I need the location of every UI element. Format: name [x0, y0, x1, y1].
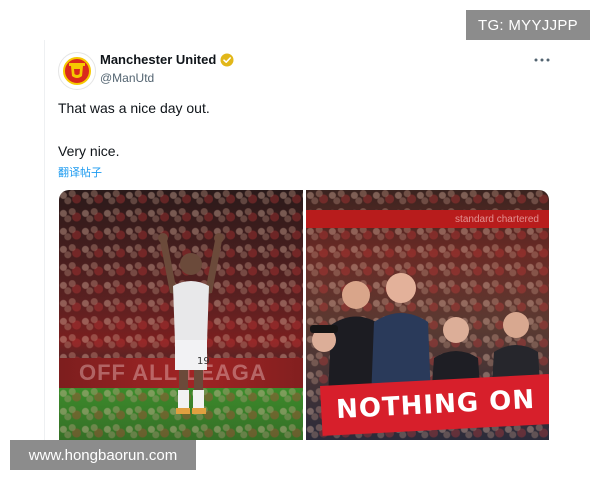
player-figure: 19 [158, 233, 224, 414]
stadium-banner-top: standard chartered [306, 210, 549, 228]
watermark-bottom: www.hongbaorun.com [10, 440, 196, 470]
photo-player-celebrating[interactable]: OFF ALL LEAGA 19 [59, 190, 303, 440]
shirt-number: 19 [197, 356, 210, 367]
club-crest-icon [63, 57, 91, 85]
watermark-top: TG: MYYJJPP [466, 10, 590, 40]
avatar[interactable] [58, 52, 96, 90]
tweet-text-line2: Very nice. [58, 143, 120, 159]
handle[interactable]: @ManUtd [100, 71, 154, 85]
more-horizontal-icon [534, 58, 550, 62]
translate-post-link[interactable]: 翻译帖子 [58, 164, 102, 180]
verified-badge-icon [220, 53, 234, 66]
author-row[interactable]: Manchester United [100, 52, 234, 67]
card-border [44, 40, 45, 440]
tweet-media[interactable]: OFF ALL LEAGA 19 standard chartered NOTH… [59, 190, 549, 440]
more-options-button[interactable] [532, 52, 552, 68]
tweet-text-line1: That was a nice day out. [58, 100, 210, 116]
fans-group [310, 273, 541, 400]
display-name[interactable]: Manchester United [100, 52, 216, 67]
photo-fans-celebrating[interactable]: standard chartered NOTHING ON [306, 190, 549, 440]
